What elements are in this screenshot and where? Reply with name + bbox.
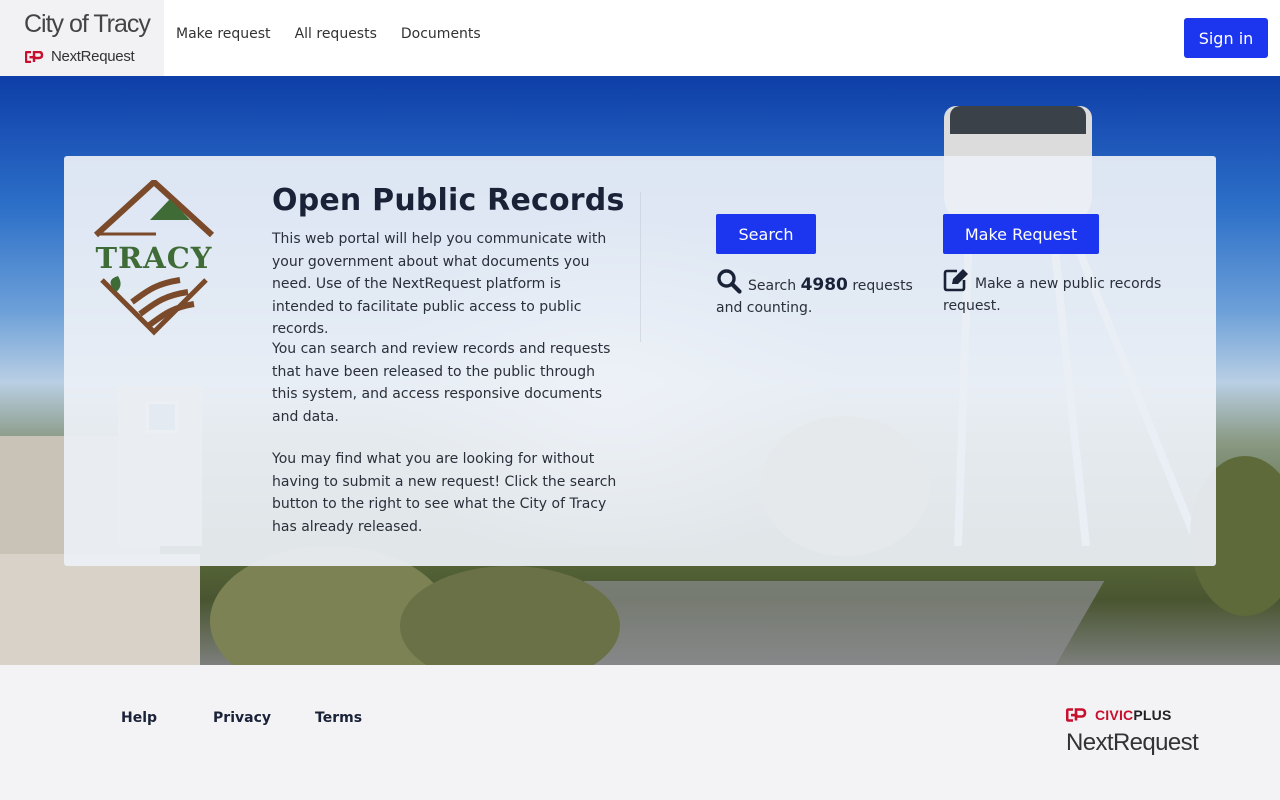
- search-button[interactable]: Search: [716, 214, 816, 254]
- nav-documents[interactable]: Documents: [401, 26, 481, 42]
- civicplus-wordmark: CIVICPLUS: [1095, 707, 1171, 723]
- page-title: Open Public Records: [272, 183, 625, 218]
- footer-link-terms[interactable]: Terms: [315, 710, 362, 726]
- intro-paragraph-2: You can search and review records and re…: [272, 341, 611, 425]
- nextrequest-logo-icon: [25, 50, 44, 63]
- footer-link-privacy[interactable]: Privacy: [213, 710, 271, 726]
- footer: Help Privacy Terms CIVICPLUS NextRequest: [0, 665, 1280, 800]
- hero-building-roof: [0, 554, 200, 665]
- request-count: 4980: [800, 275, 848, 295]
- brand-subtitle: NextRequest: [25, 48, 135, 65]
- nav-make-request[interactable]: Make request: [176, 26, 271, 42]
- brand-title[interactable]: City of Tracy: [24, 10, 151, 39]
- water-tower-top: [950, 106, 1086, 134]
- make-request-description: Make a new public records request.: [943, 268, 1173, 317]
- edit-icon: [943, 269, 968, 292]
- tracy-logo: TRACY: [93, 180, 215, 336]
- search-icon: [717, 269, 742, 294]
- search-description: Search 4980 requests and counting.: [716, 268, 916, 319]
- make-request-button[interactable]: Make Request: [943, 214, 1099, 254]
- footer-links: Help Privacy Terms: [121, 710, 362, 726]
- make-request-desc-text: Make a new public records request.: [943, 276, 1162, 314]
- sign-in-button[interactable]: Sign in: [1184, 18, 1268, 58]
- civicplus-logo-icon: [1066, 708, 1087, 722]
- intro-paragraph-3: You may find what you are looking for wi…: [272, 451, 617, 535]
- search-desc-prefix: Search: [748, 278, 797, 294]
- hero-road: [535, 581, 1105, 665]
- civicplus-wordmark-plus: PLUS: [1133, 707, 1172, 723]
- brand-subtitle-text: NextRequest: [51, 48, 135, 65]
- column-divider: [640, 192, 641, 342]
- civicplus-wordmark-civic: CIVIC: [1095, 707, 1134, 723]
- nav-all-requests[interactable]: All requests: [295, 26, 377, 42]
- logo-text: TRACY: [96, 241, 213, 275]
- civicplus-brand[interactable]: CIVICPLUS: [1066, 707, 1171, 723]
- main-nav: Make request All requests Documents: [176, 26, 481, 42]
- header: City of Tracy NextRequest Make request A…: [0, 0, 1280, 76]
- footer-link-help[interactable]: Help: [121, 710, 157, 726]
- nextrequest-wordmark: NextRequest: [1066, 729, 1199, 756]
- brand-block[interactable]: City of Tracy NextRequest: [0, 0, 164, 76]
- intro-paragraph-1: This web portal will help you communicat…: [272, 231, 607, 337]
